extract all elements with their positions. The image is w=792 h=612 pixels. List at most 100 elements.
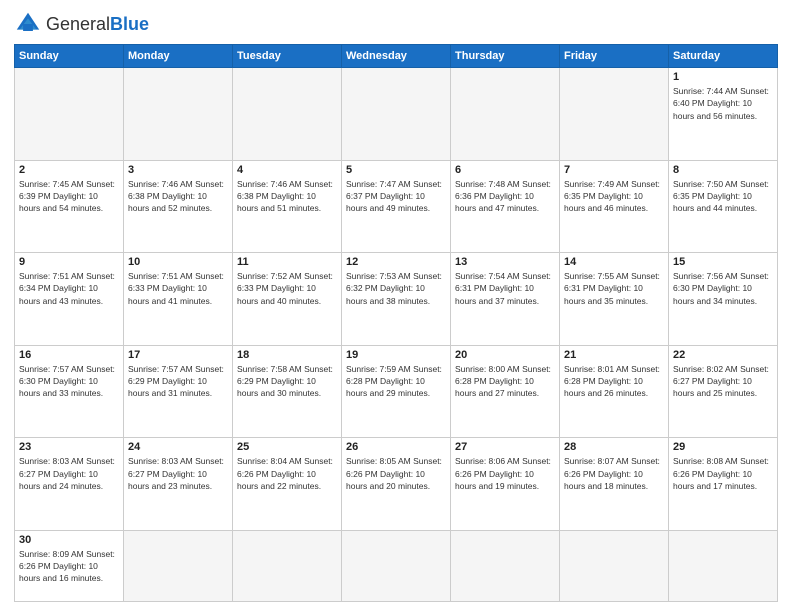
day-number: 5	[346, 164, 446, 176]
day-number: 26	[346, 441, 446, 453]
day-number: 18	[237, 349, 337, 361]
day-info: Sunrise: 7:49 AM Sunset: 6:35 PM Dayligh…	[564, 178, 664, 215]
calendar-cell	[124, 530, 233, 601]
weekday-header-sunday: Sunday	[15, 45, 124, 68]
calendar-week-row: 16 Sunrise: 7:57 AM Sunset: 6:30 PM Dayli…	[15, 345, 778, 438]
day-number: 30	[19, 534, 119, 546]
day-number: 27	[455, 441, 555, 453]
header: GeneralBlue	[14, 10, 778, 38]
day-number: 9	[19, 256, 119, 268]
day-info: Sunrise: 8:00 AM Sunset: 6:28 PM Dayligh…	[455, 363, 555, 400]
day-number: 20	[455, 349, 555, 361]
calendar-cell: 19Sunrise: 7:59 AM Sunset: 6:28 PM Dayli…	[342, 345, 451, 438]
calendar-week-row: 30 Sunrise: 8:09 AM Sunset: 6:26 PM Dayli…	[15, 530, 778, 601]
day-info: Sunrise: 7:45 AM Sunset: 6:39 PM Dayligh…	[19, 178, 119, 215]
logo: GeneralBlue	[14, 10, 149, 38]
day-number: 11	[237, 256, 337, 268]
calendar-week-row: 23 Sunrise: 8:03 AM Sunset: 6:27 PM Dayli…	[15, 438, 778, 531]
weekday-header-saturday: Saturday	[669, 45, 778, 68]
calendar-cell: 26 Sunrise: 8:05 AM Sunset: 6:26 PM Dayli…	[342, 438, 451, 531]
calendar-week-row: 2 Sunrise: 7:45 AM Sunset: 6:39 PM Daylig…	[15, 160, 778, 253]
day-number: 2	[19, 164, 119, 176]
day-info: Sunrise: 7:51 AM Sunset: 6:34 PM Dayligh…	[19, 270, 119, 307]
day-number: 3	[128, 164, 228, 176]
day-info: Sunrise: 8:05 AM Sunset: 6:26 PM Dayligh…	[346, 455, 446, 492]
calendar-cell: 18 Sunrise: 7:58 AM Sunset: 6:29 PM Dayli…	[233, 345, 342, 438]
calendar-cell: 28 Sunrise: 8:07 AM Sunset: 6:26 PM Dayli…	[560, 438, 669, 531]
day-info: Sunrise: 7:51 AM Sunset: 6:33 PM Dayligh…	[128, 270, 228, 307]
calendar-cell: 29 Sunrise: 8:08 AM Sunset: 6:26 PM Dayli…	[669, 438, 778, 531]
day-info: Sunrise: 8:03 AM Sunset: 6:27 PM Dayligh…	[19, 455, 119, 492]
calendar-cell	[669, 530, 778, 601]
day-info: Sunrise: 8:03 AM Sunset: 6:27 PM Dayligh…	[128, 455, 228, 492]
day-info: Sunrise: 8:06 AM Sunset: 6:26 PM Dayligh…	[455, 455, 555, 492]
calendar-cell	[233, 68, 342, 161]
calendar-cell: 1 Sunrise: 7:44 AM Sunset: 6:40 PM Daylig…	[669, 68, 778, 161]
day-info: Sunrise: 7:44 AM Sunset: 6:40 PM Dayligh…	[673, 85, 773, 122]
calendar-table: SundayMondayTuesdayWednesdayThursdayFrid…	[14, 44, 778, 602]
day-info: Sunrise: 7:48 AM Sunset: 6:36 PM Dayligh…	[455, 178, 555, 215]
calendar-cell: 17 Sunrise: 7:57 AM Sunset: 6:29 PM Dayli…	[124, 345, 233, 438]
day-info: Sunrise: 8:02 AM Sunset: 6:27 PM Dayligh…	[673, 363, 773, 400]
calendar-cell: 14Sunrise: 7:55 AM Sunset: 6:31 PM Dayli…	[560, 253, 669, 346]
day-number: 25	[237, 441, 337, 453]
day-info: Sunrise: 8:09 AM Sunset: 6:26 PM Dayligh…	[19, 548, 119, 585]
day-number: 21	[564, 349, 664, 361]
day-number: 8	[673, 164, 773, 176]
calendar-cell: 12Sunrise: 7:53 AM Sunset: 6:32 PM Dayli…	[342, 253, 451, 346]
calendar-cell	[15, 68, 124, 161]
calendar-cell: 25 Sunrise: 8:04 AM Sunset: 6:26 PM Dayli…	[233, 438, 342, 531]
day-number: 13	[455, 256, 555, 268]
day-number: 17	[128, 349, 228, 361]
calendar-week-row: 1 Sunrise: 7:44 AM Sunset: 6:40 PM Daylig…	[15, 68, 778, 161]
weekday-header-friday: Friday	[560, 45, 669, 68]
weekday-header-monday: Monday	[124, 45, 233, 68]
weekday-header-tuesday: Tuesday	[233, 45, 342, 68]
day-info: Sunrise: 7:57 AM Sunset: 6:30 PM Dayligh…	[19, 363, 119, 400]
day-info: Sunrise: 7:59 AM Sunset: 6:28 PM Dayligh…	[346, 363, 446, 400]
calendar-cell: 16 Sunrise: 7:57 AM Sunset: 6:30 PM Dayli…	[15, 345, 124, 438]
day-number: 4	[237, 164, 337, 176]
day-info: Sunrise: 7:52 AM Sunset: 6:33 PM Dayligh…	[237, 270, 337, 307]
day-number: 1	[673, 71, 773, 83]
day-info: Sunrise: 8:08 AM Sunset: 6:26 PM Dayligh…	[673, 455, 773, 492]
weekday-header-row: SundayMondayTuesdayWednesdayThursdayFrid…	[15, 45, 778, 68]
calendar-cell: 24Sunrise: 8:03 AM Sunset: 6:27 PM Dayli…	[124, 438, 233, 531]
calendar-cell: 10Sunrise: 7:51 AM Sunset: 6:33 PM Dayli…	[124, 253, 233, 346]
weekday-header-thursday: Thursday	[451, 45, 560, 68]
day-info: Sunrise: 8:04 AM Sunset: 6:26 PM Dayligh…	[237, 455, 337, 492]
day-info: Sunrise: 7:54 AM Sunset: 6:31 PM Dayligh…	[455, 270, 555, 307]
day-number: 7	[564, 164, 664, 176]
calendar-cell	[342, 68, 451, 161]
calendar-cell	[124, 68, 233, 161]
day-info: Sunrise: 8:07 AM Sunset: 6:26 PM Dayligh…	[564, 455, 664, 492]
page: GeneralBlue SundayMondayTuesdayWednesday…	[0, 0, 792, 612]
calendar-cell: 13 Sunrise: 7:54 AM Sunset: 6:31 PM Dayli…	[451, 253, 560, 346]
day-number: 15	[673, 256, 773, 268]
day-info: Sunrise: 7:47 AM Sunset: 6:37 PM Dayligh…	[346, 178, 446, 215]
calendar-cell	[233, 530, 342, 601]
calendar-cell: 5 Sunrise: 7:47 AM Sunset: 6:37 PM Daylig…	[342, 160, 451, 253]
day-number: 28	[564, 441, 664, 453]
day-info: Sunrise: 7:57 AM Sunset: 6:29 PM Dayligh…	[128, 363, 228, 400]
logo-icon	[14, 10, 42, 38]
calendar-cell: 22Sunrise: 8:02 AM Sunset: 6:27 PM Dayli…	[669, 345, 778, 438]
calendar-cell: 6 Sunrise: 7:48 AM Sunset: 6:36 PM Daylig…	[451, 160, 560, 253]
calendar-cell: 15Sunrise: 7:56 AM Sunset: 6:30 PM Dayli…	[669, 253, 778, 346]
day-number: 12	[346, 256, 446, 268]
day-number: 23	[19, 441, 119, 453]
day-info: Sunrise: 7:46 AM Sunset: 6:38 PM Dayligh…	[128, 178, 228, 215]
calendar-cell: 7 Sunrise: 7:49 AM Sunset: 6:35 PM Daylig…	[560, 160, 669, 253]
weekday-header-wednesday: Wednesday	[342, 45, 451, 68]
day-number: 16	[19, 349, 119, 361]
day-number: 6	[455, 164, 555, 176]
day-info: Sunrise: 7:58 AM Sunset: 6:29 PM Dayligh…	[237, 363, 337, 400]
calendar-cell: 20 Sunrise: 8:00 AM Sunset: 6:28 PM Dayli…	[451, 345, 560, 438]
day-number: 29	[673, 441, 773, 453]
logo-text: GeneralBlue	[46, 15, 149, 33]
calendar-cell: 21 Sunrise: 8:01 AM Sunset: 6:28 PM Dayli…	[560, 345, 669, 438]
calendar-cell: 27 Sunrise: 8:06 AM Sunset: 6:26 PM Dayli…	[451, 438, 560, 531]
calendar-cell	[451, 530, 560, 601]
calendar-cell	[451, 68, 560, 161]
day-info: Sunrise: 8:01 AM Sunset: 6:28 PM Dayligh…	[564, 363, 664, 400]
